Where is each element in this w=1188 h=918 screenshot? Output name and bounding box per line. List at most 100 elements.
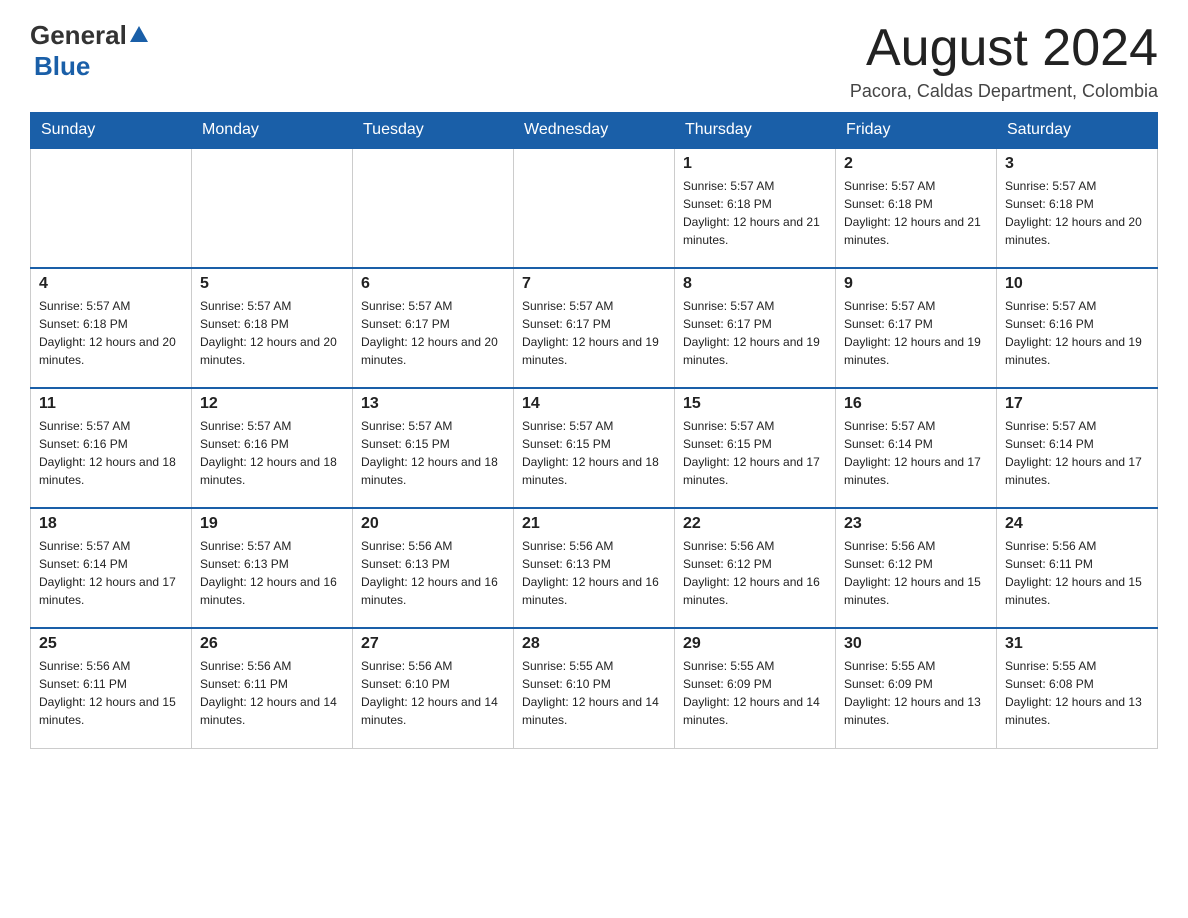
day-number: 15	[683, 395, 827, 413]
table-row: 26Sunrise: 5:56 AMSunset: 6:11 PMDayligh…	[192, 628, 353, 748]
day-info: Sunrise: 5:57 AMSunset: 6:17 PMDaylight:…	[361, 297, 505, 369]
logo-triangle-icon	[130, 26, 148, 47]
day-number: 7	[522, 275, 666, 293]
day-number: 20	[361, 515, 505, 533]
day-info: Sunrise: 5:57 AMSunset: 6:14 PMDaylight:…	[1005, 417, 1149, 489]
day-info: Sunrise: 5:55 AMSunset: 6:08 PMDaylight:…	[1005, 657, 1149, 729]
day-info: Sunrise: 5:57 AMSunset: 6:16 PMDaylight:…	[39, 417, 183, 489]
day-info: Sunrise: 5:56 AMSunset: 6:13 PMDaylight:…	[361, 537, 505, 609]
day-info: Sunrise: 5:56 AMSunset: 6:11 PMDaylight:…	[1005, 537, 1149, 609]
calendar-table: Sunday Monday Tuesday Wednesday Thursday…	[30, 112, 1158, 749]
day-number: 5	[200, 275, 344, 293]
table-row: 21 Sunrise: 5:56 AMSunset: 6:13 PMDayligh…	[514, 508, 675, 628]
table-row: 3 Sunrise: 5:57 AMSunset: 6:18 PMDaylight…	[997, 148, 1158, 268]
day-number: 26	[200, 635, 344, 653]
table-row	[31, 148, 192, 268]
day-info: Sunrise: 5:57 AMSunset: 6:16 PMDaylight:…	[1005, 297, 1149, 369]
calendar-week-row: 4 Sunrise: 5:57 AMSunset: 6:18 PMDaylight…	[31, 268, 1158, 388]
calendar-week-row: 18 Sunrise: 5:57 AMSunset: 6:14 PMDayligh…	[31, 508, 1158, 628]
table-row: 9 Sunrise: 5:57 AMSunset: 6:17 PMDaylight…	[836, 268, 997, 388]
table-row: 11 Sunrise: 5:57 AMSunset: 6:16 PMDayligh…	[31, 388, 192, 508]
day-number: 11	[39, 395, 183, 413]
table-row: 19Sunrise: 5:57 AMSunset: 6:13 PMDayligh…	[192, 508, 353, 628]
day-info: Sunrise: 5:55 AMSunset: 6:09 PMDaylight:…	[844, 657, 988, 729]
day-number: 29	[683, 635, 827, 653]
table-row: 27Sunrise: 5:56 AMSunset: 6:10 PMDayligh…	[353, 628, 514, 748]
table-row: 10 Sunrise: 5:57 AMSunset: 6:16 PMDayligh…	[997, 268, 1158, 388]
day-info: Sunrise: 5:57 AMSunset: 6:15 PMDaylight:…	[361, 417, 505, 489]
day-number: 9	[844, 275, 988, 293]
day-number: 2	[844, 155, 988, 173]
day-number: 10	[1005, 275, 1149, 293]
day-info: Sunrise: 5:57 AMSunset: 6:18 PMDaylight:…	[200, 297, 344, 369]
logo-general: General	[30, 20, 127, 51]
day-info: Sunrise: 5:57 AMSunset: 6:13 PMDaylight:…	[200, 537, 344, 609]
title-section: August 2024 Pacora, Caldas Department, C…	[850, 20, 1158, 102]
day-number: 24	[1005, 515, 1149, 533]
day-number: 31	[1005, 635, 1149, 653]
calendar-week-row: 25 Sunrise: 5:56 AMSunset: 6:11 PMDayligh…	[31, 628, 1158, 748]
table-row: 13 Sunrise: 5:57 AMSunset: 6:15 PMDayligh…	[353, 388, 514, 508]
header-wednesday: Wednesday	[514, 113, 675, 149]
day-info: Sunrise: 5:57 AMSunset: 6:18 PMDaylight:…	[39, 297, 183, 369]
location: Pacora, Caldas Department, Colombia	[850, 81, 1158, 102]
day-number: 30	[844, 635, 988, 653]
day-number: 13	[361, 395, 505, 413]
day-info: Sunrise: 5:55 AMSunset: 6:09 PMDaylight:…	[683, 657, 827, 729]
table-row	[353, 148, 514, 268]
day-info: Sunrise: 5:57 AMSunset: 6:17 PMDaylight:…	[844, 297, 988, 369]
day-number: 3	[1005, 155, 1149, 173]
day-info: Sunrise: 5:56 AMSunset: 6:11 PMDaylight:…	[39, 657, 183, 729]
table-row: 8Sunrise: 5:57 AMSunset: 6:17 PMDaylight…	[675, 268, 836, 388]
table-row: 12 Sunrise: 5:57 AMSunset: 6:16 PMDayligh…	[192, 388, 353, 508]
table-row: 15Sunrise: 5:57 AMSunset: 6:15 PMDayligh…	[675, 388, 836, 508]
day-number: 25	[39, 635, 183, 653]
table-row: 18 Sunrise: 5:57 AMSunset: 6:14 PMDayligh…	[31, 508, 192, 628]
day-number: 28	[522, 635, 666, 653]
table-row: 7Sunrise: 5:57 AMSunset: 6:17 PMDaylight…	[514, 268, 675, 388]
day-number: 4	[39, 275, 183, 293]
day-number: 17	[1005, 395, 1149, 413]
table-row	[192, 148, 353, 268]
table-row: 30 Sunrise: 5:55 AMSunset: 6:09 PMDayligh…	[836, 628, 997, 748]
header-thursday: Thursday	[675, 113, 836, 149]
table-row: 5 Sunrise: 5:57 AMSunset: 6:18 PMDaylight…	[192, 268, 353, 388]
day-info: Sunrise: 5:56 AMSunset: 6:12 PMDaylight:…	[844, 537, 988, 609]
day-info: Sunrise: 5:56 AMSunset: 6:13 PMDaylight:…	[522, 537, 666, 609]
table-row: 16 Sunrise: 5:57 AMSunset: 6:14 PMDayligh…	[836, 388, 997, 508]
table-row: 17 Sunrise: 5:57 AMSunset: 6:14 PMDayligh…	[997, 388, 1158, 508]
header-sunday: Sunday	[31, 113, 192, 149]
month-title: August 2024	[850, 20, 1158, 77]
calendar-week-row: 11 Sunrise: 5:57 AMSunset: 6:16 PMDayligh…	[31, 388, 1158, 508]
day-info: Sunrise: 5:57 AMSunset: 6:14 PMDaylight:…	[844, 417, 988, 489]
day-info: Sunrise: 5:57 AMSunset: 6:17 PMDaylight:…	[683, 297, 827, 369]
table-row: 31 Sunrise: 5:55 AMSunset: 6:08 PMDayligh…	[997, 628, 1158, 748]
header-monday: Monday	[192, 113, 353, 149]
day-number: 12	[200, 395, 344, 413]
day-info: Sunrise: 5:57 AMSunset: 6:14 PMDaylight:…	[39, 537, 183, 609]
table-row: 28 Sunrise: 5:55 AMSunset: 6:10 PMDayligh…	[514, 628, 675, 748]
logo-blue: Blue	[34, 51, 90, 81]
table-row	[514, 148, 675, 268]
table-row: 6Sunrise: 5:57 AMSunset: 6:17 PMDaylight…	[353, 268, 514, 388]
table-row: 2 Sunrise: 5:57 AMSunset: 6:18 PMDaylight…	[836, 148, 997, 268]
table-row: 14 Sunrise: 5:57 AMSunset: 6:15 PMDayligh…	[514, 388, 675, 508]
table-row: 20 Sunrise: 5:56 AMSunset: 6:13 PMDayligh…	[353, 508, 514, 628]
table-row: 22Sunrise: 5:56 AMSunset: 6:12 PMDayligh…	[675, 508, 836, 628]
table-row: 1Sunrise: 5:57 AMSunset: 6:18 PMDaylight…	[675, 148, 836, 268]
day-number: 14	[522, 395, 666, 413]
day-number: 1	[683, 155, 827, 173]
day-number: 16	[844, 395, 988, 413]
day-info: Sunrise: 5:55 AMSunset: 6:10 PMDaylight:…	[522, 657, 666, 729]
header-tuesday: Tuesday	[353, 113, 514, 149]
day-info: Sunrise: 5:57 AMSunset: 6:18 PMDaylight:…	[844, 177, 988, 249]
day-info: Sunrise: 5:57 AMSunset: 6:16 PMDaylight:…	[200, 417, 344, 489]
table-row: 24 Sunrise: 5:56 AMSunset: 6:11 PMDayligh…	[997, 508, 1158, 628]
day-number: 18	[39, 515, 183, 533]
day-info: Sunrise: 5:57 AMSunset: 6:15 PMDaylight:…	[522, 417, 666, 489]
day-number: 21	[522, 515, 666, 533]
page-header: General Blue August 2024 Pacora, Caldas …	[30, 20, 1158, 102]
day-info: Sunrise: 5:57 AMSunset: 6:18 PMDaylight:…	[1005, 177, 1149, 249]
table-row: 29 Sunrise: 5:55 AMSunset: 6:09 PMDayligh…	[675, 628, 836, 748]
table-row: 23Sunrise: 5:56 AMSunset: 6:12 PMDayligh…	[836, 508, 997, 628]
